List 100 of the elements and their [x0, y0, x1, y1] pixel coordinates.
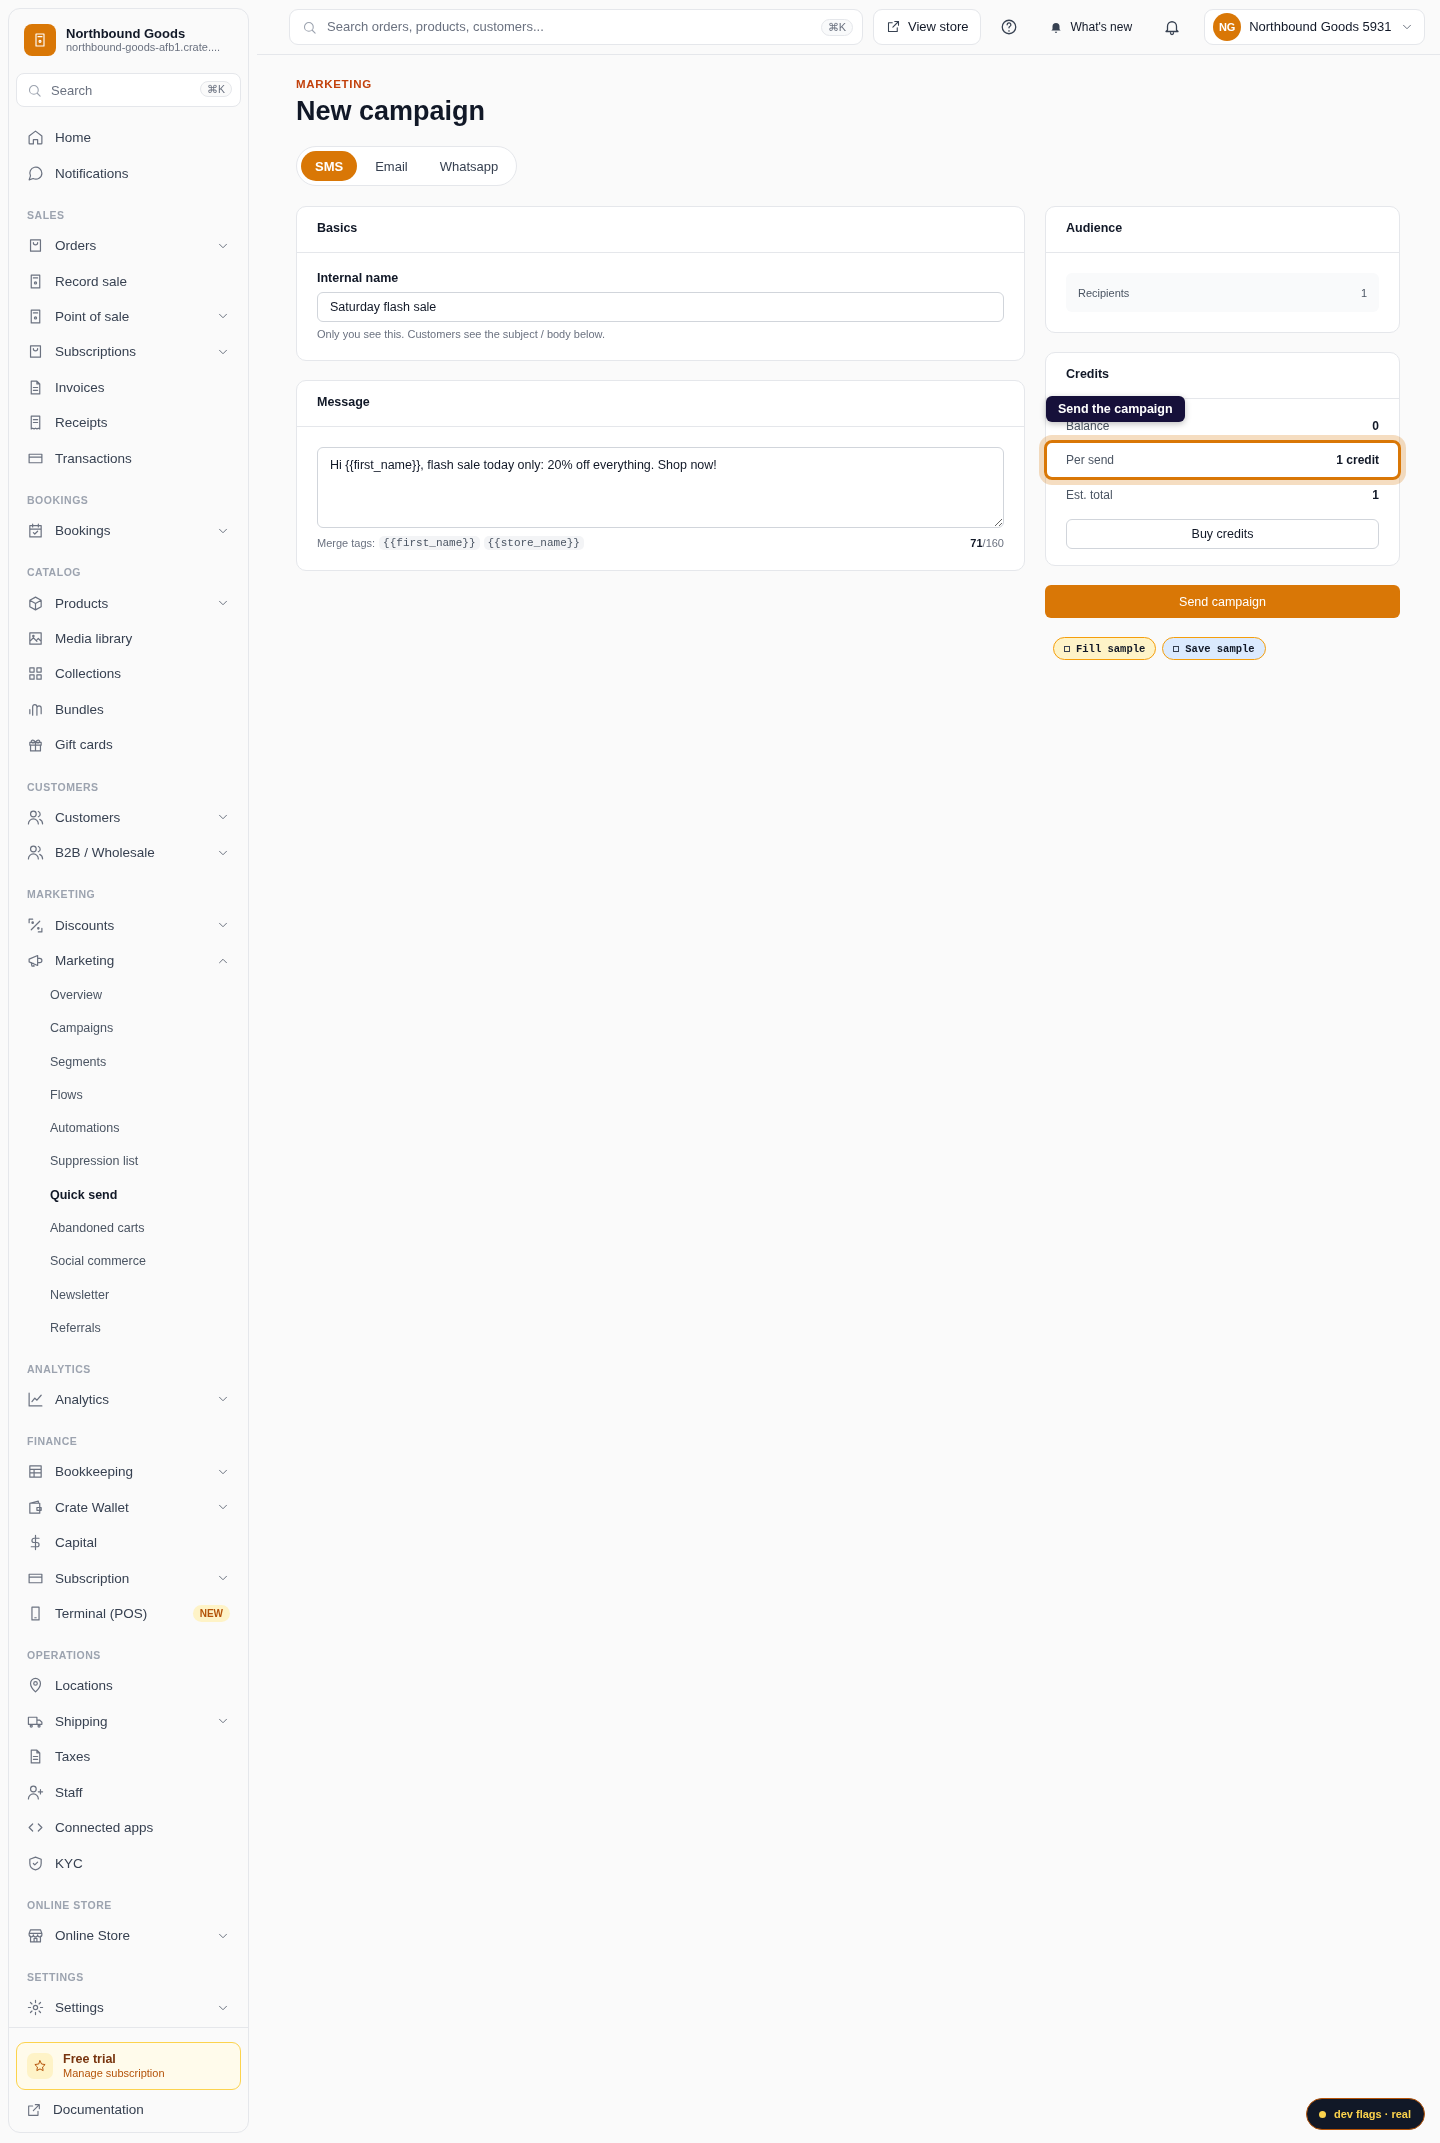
nav-item[interactable]: Media library	[17, 620, 240, 657]
nav-item[interactable]: Taxes	[17, 1739, 240, 1775]
section-heading: MARKETING	[26, 887, 97, 903]
nav-subitem[interactable]: Social commerce	[17, 1244, 240, 1278]
nav-subitem[interactable]: Automations	[17, 1111, 240, 1145]
stat-value: 0	[1372, 418, 1379, 433]
nav-subitem[interactable]: Abandoned carts	[17, 1211, 240, 1245]
nav-item[interactable]: Bookkeeping	[17, 1454, 240, 1490]
avatar: NG	[1213, 12, 1242, 41]
add-user-icon	[27, 1783, 44, 1801]
nav-item[interactable]: Bundles	[17, 691, 240, 728]
image-icon	[27, 630, 44, 648]
nav-item[interactable]: Crate Wallet	[17, 1489, 240, 1525]
stat-label: Recipients	[1078, 286, 1130, 299]
character-counter: 71/160	[970, 537, 1004, 549]
nav-item[interactable]: Terminal (POS) NEW	[17, 1595, 240, 1632]
dev-action-chip[interactable]: Save sample	[1162, 637, 1266, 660]
grid-icon	[27, 665, 44, 683]
status-dot	[1318, 2110, 1326, 2118]
section-heading: SALES	[26, 207, 66, 223]
page-eyebrow: MARKETING	[296, 78, 373, 90]
nav-item[interactable]: Gift cards	[17, 727, 240, 763]
nav-item[interactable]: Subscriptions	[17, 334, 240, 370]
nav-subitem[interactable]: Campaigns	[17, 1011, 240, 1045]
external-link-icon	[26, 2101, 42, 2118]
section-heading: CATALOG	[26, 565, 83, 581]
trial-title: Free trial	[63, 2052, 117, 2067]
nav-item[interactable]: Bookings	[17, 512, 240, 549]
nav-subitem[interactable]: Segments	[17, 1044, 240, 1079]
nav-item[interactable]: Record sale	[17, 263, 240, 299]
nav-item[interactable]: Customers	[17, 799, 240, 835]
cube-icon	[27, 594, 44, 612]
field-hint: Only you see this. Customers see the subject / body below.	[317, 328, 606, 340]
nav-item[interactable]: Locations	[17, 1668, 240, 1704]
message-field[interactable]: Hi {{first_name}}, flash sale today only: 20% off everything. Shop now!	[317, 447, 1004, 528]
nav-item[interactable]: Point of sale	[17, 298, 240, 335]
nav-item[interactable]: Connected apps	[17, 1809, 240, 1846]
nav-subitem[interactable]: Quick send	[17, 1178, 240, 1212]
nav-item[interactable]: Shipping	[17, 1703, 240, 1740]
search-icon	[27, 83, 42, 98]
section-heading: ONLINE STORE	[26, 1897, 113, 1913]
nav-subitem[interactable]: Referrals	[17, 1311, 240, 1345]
nav-item[interactable]: Invoices	[17, 369, 240, 406]
section-heading: SETTINGS	[26, 1970, 85, 1986]
nav-item[interactable]: Discounts	[17, 907, 240, 943]
channel-tab[interactable]: Whatsapp	[425, 151, 513, 181]
dev-flags-label: dev flags · real	[1333, 2108, 1411, 2120]
nav-item[interactable]: Analytics	[17, 1381, 240, 1417]
card-title: Message	[297, 381, 1024, 427]
nav-item[interactable]: Online Store	[17, 1917, 240, 1954]
dev-action-chip[interactable]: Fill sample	[1053, 637, 1157, 660]
channel-tab[interactable]: Email	[361, 151, 422, 181]
external-link-icon	[886, 19, 901, 34]
nav-item[interactable]: Transactions	[17, 440, 240, 476]
nav-item[interactable]: Capital	[17, 1524, 240, 1561]
nav-item[interactable]: Staff	[17, 1774, 240, 1810]
whats-new-button[interactable]: What's new	[1037, 8, 1145, 45]
merge-tag[interactable]: {{first_name}}	[379, 536, 480, 550]
nav-subitem[interactable]: Flows	[17, 1078, 240, 1112]
nav-item[interactable]: Notifications	[17, 155, 240, 191]
nav-item[interactable]: Home	[17, 120, 240, 156]
nav-item[interactable]: Collections	[17, 656, 240, 692]
nav-item[interactable]: KYC	[17, 1845, 240, 1881]
nav-item[interactable]: Receipts	[17, 405, 240, 441]
nav-item[interactable]: Settings	[17, 1990, 240, 2026]
nav-item[interactable]: Subscription	[17, 1560, 240, 1596]
section-heading: CUSTOMERS	[26, 779, 100, 795]
nav-item[interactable]: B2B / Wholesale	[17, 835, 240, 871]
nav-subitem[interactable]: Suppression list	[17, 1144, 240, 1179]
bag-icon	[27, 343, 44, 361]
stat-label: Est. total	[1066, 487, 1113, 502]
store-name: Northbound Goods	[66, 26, 187, 41]
section-heading: FINANCE	[26, 1434, 79, 1449]
card-title: Basics	[297, 207, 1024, 253]
bag-icon	[27, 237, 44, 255]
percent-icon	[27, 916, 44, 934]
account-name: Northbound Goods 5931	[1249, 19, 1392, 34]
nav-subitem[interactable]: Overview	[17, 978, 240, 1012]
account-menu[interactable]: NG Northbound Goods 5931	[1204, 8, 1425, 45]
merge-tag[interactable]: {{store_name}}	[483, 536, 584, 550]
view-store-button[interactable]: View store	[873, 8, 982, 45]
nav-item[interactable]: Documentation	[16, 2093, 241, 2126]
nav-item[interactable]: Products	[17, 585, 240, 621]
tooltip: Send the campaign	[1046, 396, 1185, 422]
calendar-icon	[27, 522, 44, 540]
manage-subscription-link[interactable]: Manage subscription	[63, 2067, 165, 2080]
people-icon	[27, 808, 44, 826]
nav-item[interactable]: Orders	[17, 227, 240, 264]
buy-credits-button[interactable]: Buy credits	[1066, 519, 1379, 549]
settings-icon	[27, 1999, 44, 2017]
store-logo	[24, 24, 56, 56]
internal-name-field[interactable]: Saturday flash sale	[317, 292, 1004, 322]
shield-icon	[27, 1854, 44, 1872]
nav-subitem[interactable]: Newsletter	[17, 1278, 240, 1312]
new-badge: NEW	[192, 1605, 230, 1622]
megaphone-icon	[27, 952, 44, 970]
nav-item[interactable]: Marketing	[17, 942, 240, 979]
people-icon	[27, 844, 44, 862]
line-chart-icon	[27, 1390, 44, 1408]
table-icon	[27, 1463, 44, 1481]
